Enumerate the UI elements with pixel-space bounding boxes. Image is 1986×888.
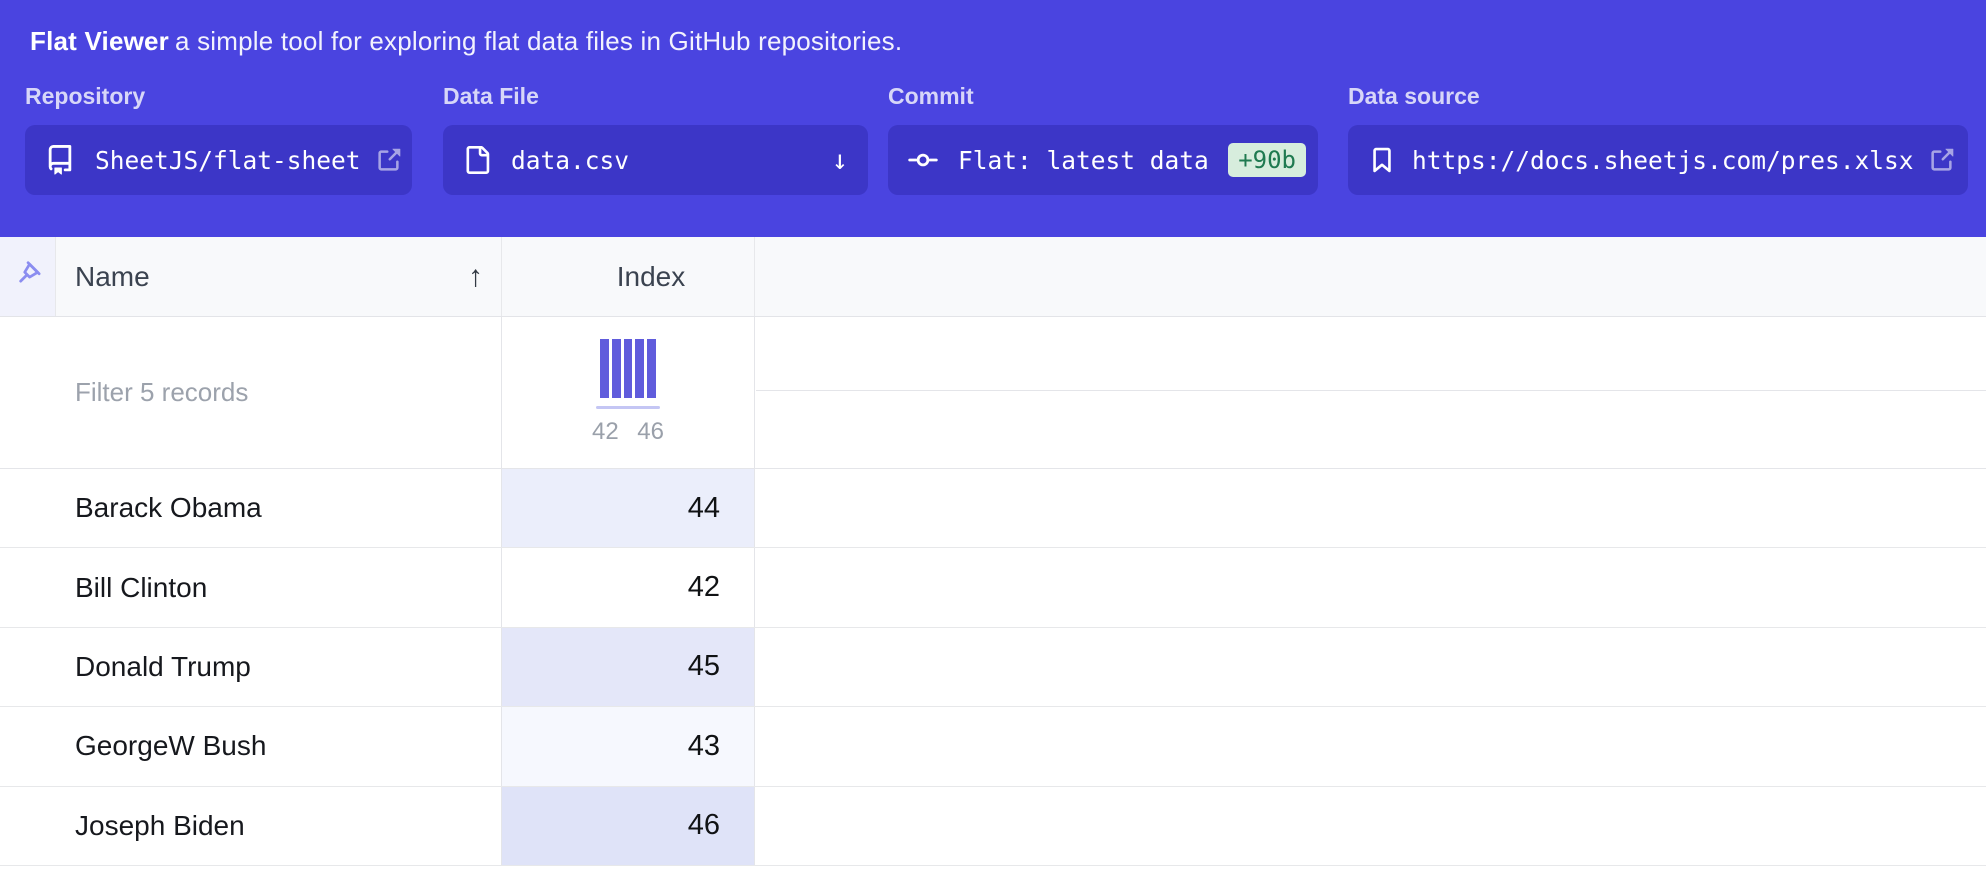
table-row: Joseph Biden 46 <box>0 787 1986 866</box>
filter-input[interactable] <box>75 377 465 408</box>
data-source-control: Data source https://docs.sheetjs.com/pre… <box>1348 83 1968 195</box>
index-cell: 43 <box>502 707 755 785</box>
histogram-range-labels: 42 46 <box>592 418 664 446</box>
table-row: Bill Clinton 42 <box>0 548 1986 627</box>
histogram-bar <box>600 339 609 398</box>
repo-book-icon <box>45 145 75 175</box>
column-header-name-label: Name <box>75 261 150 293</box>
app-header: Flat Viewera simple tool for exploring f… <box>0 0 1986 237</box>
index-histogram[interactable]: 42 46 <box>502 317 755 468</box>
histogram-bar <box>624 339 633 398</box>
repository-value: SheetJS/flat-sheet <box>95 146 361 175</box>
index-cell: 44 <box>502 469 755 547</box>
data-source-link[interactable]: https://docs.sheetjs.com/pres.xlsx <box>1348 125 1968 195</box>
sticky-column-toggle[interactable] <box>0 237 56 316</box>
bookmark-icon <box>1368 146 1396 174</box>
name-cell: Bill Clinton <box>0 548 502 626</box>
histogram-bars <box>600 339 655 398</box>
repository-label: Repository <box>25 83 412 110</box>
filter-row: 42 46 <box>0 317 1986 469</box>
commit-label: Commit <box>888 83 1318 110</box>
sort-ascending-icon: ↑ <box>468 260 483 294</box>
data-file-value: data.csv <box>511 146 629 175</box>
histogram-bar <box>647 339 656 398</box>
index-cell: 42 <box>502 548 755 626</box>
data-file-control: Data File data.csv ↓ <box>443 83 868 195</box>
data-file-label: Data File <box>443 83 868 110</box>
column-header-index-label: Index <box>617 261 686 293</box>
name-cell: GeorgeW Bush <box>0 707 502 785</box>
commit-select[interactable]: Flat: latest data +90b <box>888 125 1318 195</box>
index-cell: 45 <box>502 628 755 706</box>
histogram-min-label: 42 <box>592 418 619 446</box>
table-body: Barack Obama 44 Bill Clinton 42 Donald T… <box>0 469 1986 866</box>
name-cell: Donald Trump <box>0 628 502 706</box>
app-subtitle: a simple tool for exploring flat data fi… <box>175 26 902 56</box>
commit-diffstat-badge: +90b <box>1228 143 1306 177</box>
histogram-bar <box>635 339 644 398</box>
git-commit-icon <box>908 145 938 175</box>
data-source-label: Data source <box>1348 83 1968 110</box>
histogram-max-label: 46 <box>637 418 664 446</box>
pin-icon <box>9 258 47 296</box>
commit-value: Flat: latest data <box>958 146 1209 175</box>
table-row: GeorgeW Bush 43 <box>0 707 1986 786</box>
name-filter-cell <box>0 317 502 468</box>
index-cell: 46 <box>502 787 755 865</box>
external-link-icon[interactable] <box>1928 147 1955 174</box>
app-title-row: Flat Viewera simple tool for exploring f… <box>0 0 1986 57</box>
repository-button[interactable]: SheetJS/flat-sheet <box>25 125 412 195</box>
histogram-axis <box>596 406 660 409</box>
name-cell: Joseph Biden <box>0 787 502 865</box>
controls-bar: Repository SheetJS/flat-sheet Data File … <box>0 83 1986 195</box>
filter-row-divider <box>756 390 1986 391</box>
down-arrow-icon: ↓ <box>832 145 848 176</box>
column-header-name[interactable]: Name ↑ <box>56 237 502 316</box>
table-row: Donald Trump 45 <box>0 628 1986 707</box>
repository-control: Repository SheetJS/flat-sheet <box>25 83 412 195</box>
file-icon <box>463 146 491 174</box>
app-title: Flat Viewer <box>30 26 169 56</box>
data-file-select[interactable]: data.csv ↓ <box>443 125 868 195</box>
name-cell: Barack Obama <box>0 469 502 547</box>
column-header-index[interactable]: Index <box>502 237 755 316</box>
commit-control: Commit Flat: latest data +90b <box>888 83 1318 195</box>
data-source-value: https://docs.sheetjs.com/pres.xlsx <box>1412 146 1914 175</box>
table-row: Barack Obama 44 <box>0 469 1986 548</box>
external-link-icon[interactable] <box>375 147 402 174</box>
histogram-bar <box>612 339 621 398</box>
table-header-row: Name ↑ Index <box>0 237 1986 317</box>
